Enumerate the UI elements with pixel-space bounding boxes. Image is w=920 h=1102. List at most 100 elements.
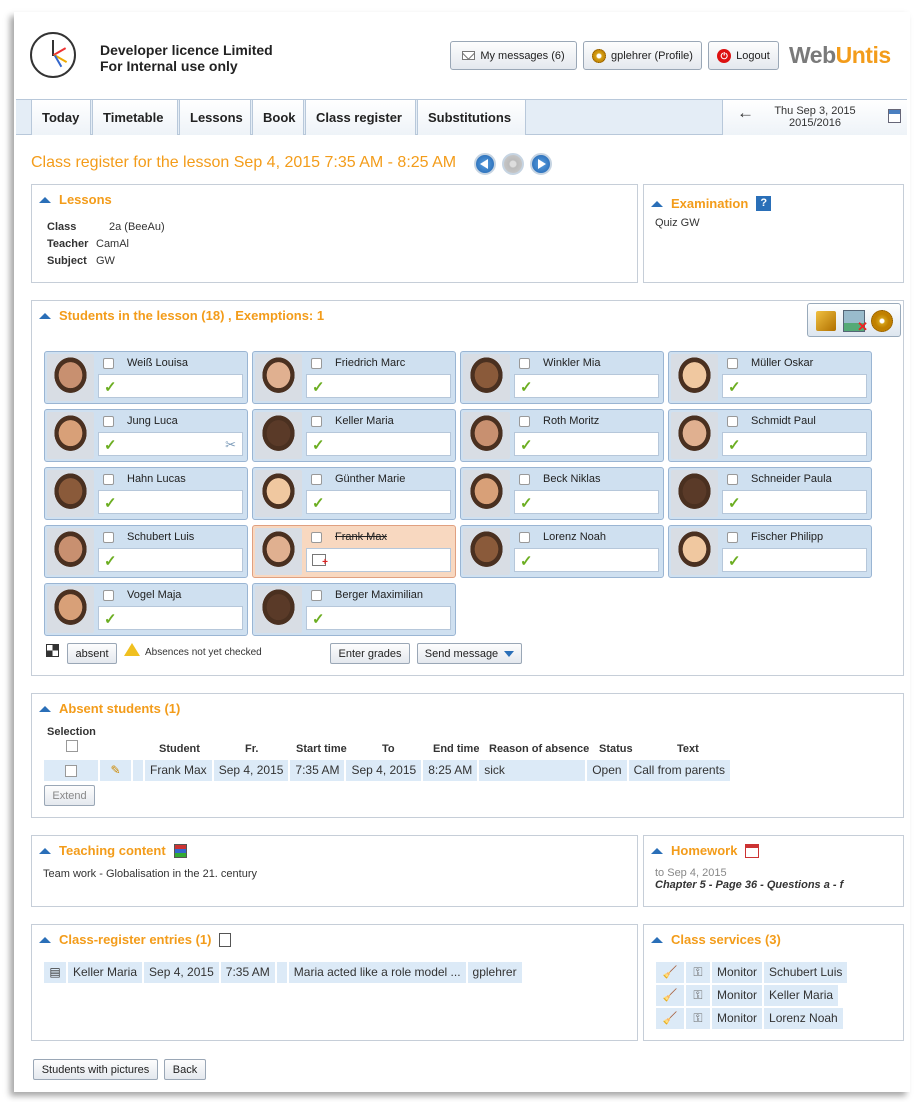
- services-header[interactable]: Class services (3): [651, 932, 781, 947]
- collapse-icon[interactable]: [39, 847, 51, 854]
- student-card[interactable]: Keller Maria ✓: [252, 409, 456, 462]
- nav-class-register[interactable]: Class register: [305, 100, 416, 135]
- select-all-checkbox[interactable]: [66, 740, 78, 752]
- present-check-icon[interactable]: ✓: [312, 436, 325, 454]
- tools-icon[interactable]: ✂: [225, 437, 236, 453]
- student-card[interactable]: Frank Max +: [252, 525, 456, 578]
- student-remark-field[interactable]: ✓: [722, 374, 867, 398]
- pencil-edit-icon[interactable]: ✎: [100, 760, 131, 781]
- lessons-header[interactable]: Lessons: [39, 192, 112, 207]
- present-check-icon[interactable]: ✓: [520, 494, 533, 512]
- student-checkbox[interactable]: [103, 590, 114, 601]
- student-checkbox[interactable]: [727, 532, 738, 543]
- present-check-icon[interactable]: ✓: [728, 494, 741, 512]
- student-remark-field[interactable]: ✓: [98, 374, 243, 398]
- student-checkbox[interactable]: [727, 358, 738, 369]
- present-check-icon[interactable]: ✓: [104, 610, 117, 628]
- student-checkbox[interactable]: [103, 416, 114, 427]
- student-remark-field[interactable]: ✓ ✂: [98, 432, 243, 456]
- student-checkbox[interactable]: [519, 416, 530, 427]
- student-remark-field[interactable]: ✓: [722, 432, 867, 456]
- student-card[interactable]: Vogel Maja ✓: [44, 583, 248, 636]
- student-card[interactable]: Günther Marie ✓: [252, 467, 456, 520]
- teaching-header[interactable]: Teaching content: [39, 843, 187, 858]
- person-lock-icon[interactable]: ⚿: [686, 1008, 710, 1029]
- absent-button[interactable]: absent: [67, 643, 117, 664]
- student-card[interactable]: Beck Niklas ✓: [460, 467, 664, 520]
- student-remark-field[interactable]: ✓: [514, 490, 659, 514]
- student-remark-field[interactable]: ✓: [514, 432, 659, 456]
- photo-remove-icon[interactable]: ✕: [843, 310, 868, 334]
- service-row[interactable]: 🧹 ⚿ Monitor Lorenz Noah: [656, 1008, 843, 1029]
- present-check-icon[interactable]: ✓: [312, 494, 325, 512]
- collapse-icon[interactable]: [651, 847, 663, 854]
- row-checkbox[interactable]: [65, 764, 77, 777]
- nav-timetable[interactable]: Timetable: [92, 100, 178, 135]
- present-check-icon[interactable]: ✓: [520, 436, 533, 454]
- student-checkbox[interactable]: [103, 532, 114, 543]
- student-remark-field[interactable]: +: [306, 548, 451, 572]
- nav-today[interactable]: Today: [31, 100, 91, 135]
- student-checkbox[interactable]: [311, 474, 322, 485]
- student-card[interactable]: Müller Oskar ✓: [668, 351, 872, 404]
- student-card[interactable]: Lorenz Noah ✓: [460, 525, 664, 578]
- student-card[interactable]: Roth Moritz ✓: [460, 409, 664, 462]
- row-checkbox-cell[interactable]: [44, 760, 98, 781]
- back-arrow-icon[interactable]: ←: [737, 104, 754, 121]
- collapse-icon[interactable]: [651, 200, 663, 207]
- student-checkbox[interactable]: [311, 590, 322, 601]
- student-remark-field[interactable]: ✓: [514, 548, 659, 572]
- previous-lesson-icon[interactable]: [474, 153, 496, 175]
- student-remark-field[interactable]: ✓: [306, 374, 451, 398]
- present-check-icon[interactable]: ✓: [520, 378, 533, 396]
- present-check-icon[interactable]: ✓: [312, 610, 325, 628]
- student-remark-field[interactable]: ✓: [98, 548, 243, 572]
- profile-button[interactable]: gplehrer (Profile): [583, 41, 702, 70]
- collapse-icon[interactable]: [39, 196, 51, 203]
- student-checkbox[interactable]: [103, 358, 114, 369]
- student-remark-field[interactable]: ✓: [306, 606, 451, 630]
- student-remark-field[interactable]: ✓: [722, 490, 867, 514]
- collapse-icon[interactable]: [39, 705, 51, 712]
- service-row[interactable]: 🧹 ⚿ Monitor Schubert Luis: [656, 962, 848, 983]
- students-with-pictures-button[interactable]: Students with pictures: [33, 1059, 158, 1080]
- help-icon[interactable]: ?: [756, 196, 772, 211]
- student-card[interactable]: Weiß Louisa ✓: [44, 351, 248, 404]
- student-card[interactable]: Friedrich Marc ✓: [252, 351, 456, 404]
- person-lock-icon[interactable]: ⚿: [686, 962, 710, 983]
- student-checkbox[interactable]: [311, 358, 322, 369]
- student-remark-field[interactable]: ✓: [98, 606, 243, 630]
- student-remark-field[interactable]: ✓: [722, 548, 867, 572]
- student-checkbox[interactable]: [727, 474, 738, 485]
- student-checkbox[interactable]: [103, 474, 114, 485]
- examination-header[interactable]: Examination?: [651, 196, 772, 211]
- next-lesson-icon[interactable]: [530, 153, 552, 175]
- absent-header[interactable]: Absent students (1): [39, 701, 180, 716]
- student-card[interactable]: Schneider Paula ✓: [668, 467, 872, 520]
- students-header[interactable]: Students in the lesson (18) , Exemptions…: [39, 308, 324, 323]
- present-check-icon[interactable]: ✓: [312, 378, 325, 396]
- my-messages-button[interactable]: My messages (6): [450, 41, 577, 70]
- back-button[interactable]: Back: [164, 1059, 206, 1080]
- student-checkbox[interactable]: [519, 474, 530, 485]
- student-card[interactable]: Schmidt Paul ✓: [668, 409, 872, 462]
- student-remark-field[interactable]: ✓: [306, 490, 451, 514]
- entries-header[interactable]: Class-register entries (1): [39, 932, 232, 947]
- student-card[interactable]: Jung Luca ✓ ✂: [44, 409, 248, 462]
- settings-gear-icon[interactable]: [871, 310, 893, 332]
- person-lock-icon[interactable]: ⚿: [686, 985, 710, 1006]
- entry-row[interactable]: ▤ Keller Maria Sep 4, 2015 7:35 AM Maria…: [44, 962, 522, 983]
- student-card[interactable]: Schubert Luis ✓: [44, 525, 248, 578]
- send-message-button[interactable]: Send message: [417, 643, 522, 664]
- student-checkbox[interactable]: [519, 358, 530, 369]
- student-checkbox[interactable]: [519, 532, 530, 543]
- student-checkbox[interactable]: [727, 416, 738, 427]
- student-card[interactable]: Berger Maximilian ✓: [252, 583, 456, 636]
- collapse-icon[interactable]: [39, 936, 51, 943]
- student-remark-field[interactable]: ✓: [98, 490, 243, 514]
- present-check-icon[interactable]: ✓: [104, 378, 117, 396]
- student-checkbox[interactable]: [311, 532, 322, 543]
- entry-note-icon[interactable]: ▤: [44, 962, 66, 983]
- current-lesson-icon[interactable]: [502, 153, 524, 175]
- present-check-icon[interactable]: ✓: [520, 552, 533, 570]
